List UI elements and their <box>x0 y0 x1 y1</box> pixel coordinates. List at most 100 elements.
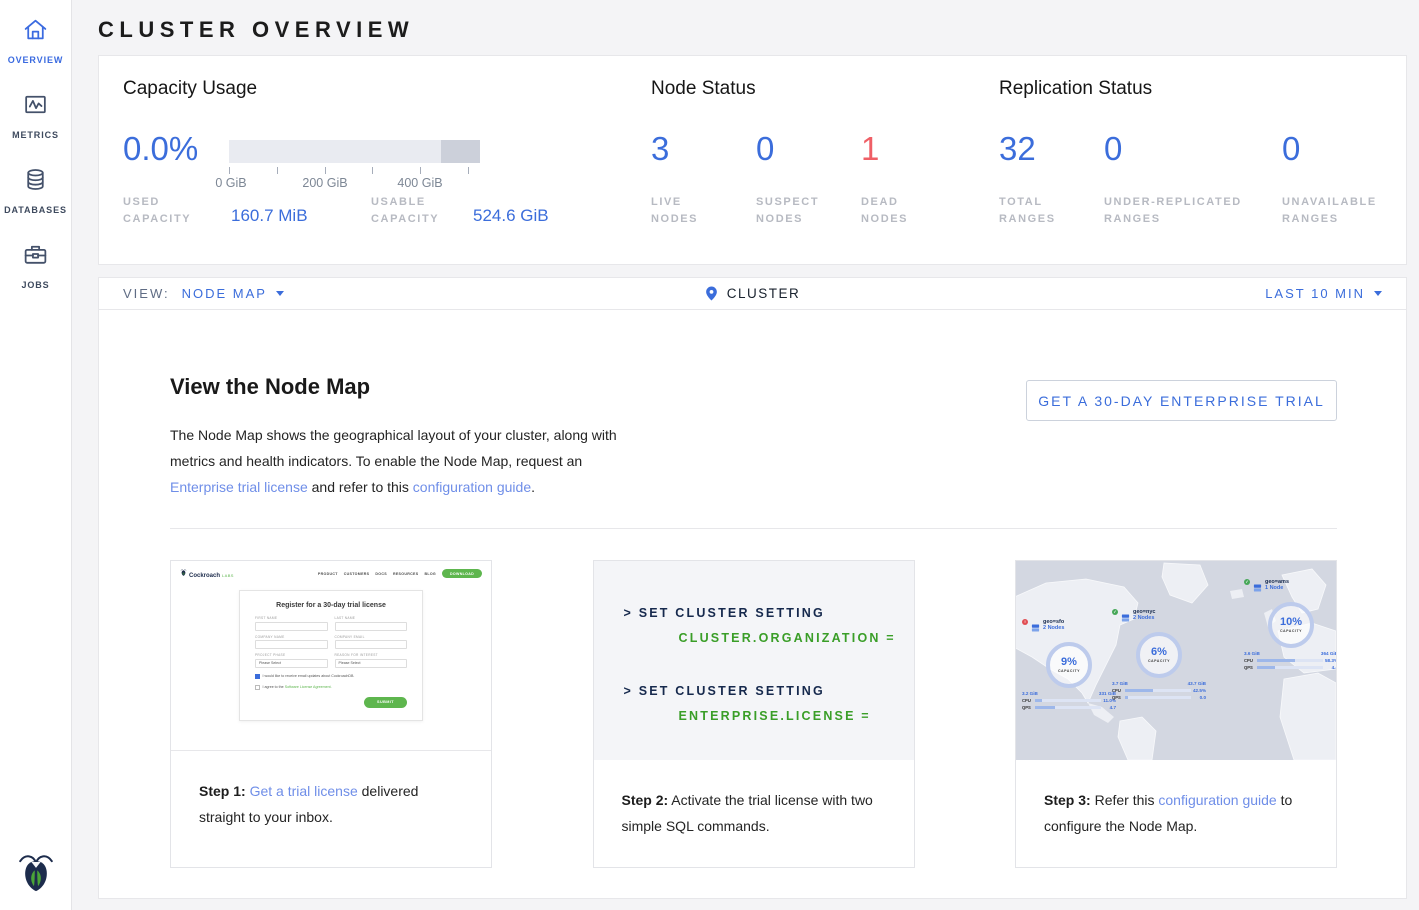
field-label: REASON FOR INTEREST <box>335 653 408 657</box>
nav-item: RESOURCES <box>393 572 418 576</box>
page-title: CLUSTER OVERVIEW <box>98 0 1419 55</box>
map-pin-icon <box>705 286 718 301</box>
trial-registration-screenshot: Cockroach LABS PRODUCT CUSTOMERS DOCS RE… <box>171 561 491 751</box>
field-label: FIRST NAME <box>255 616 328 620</box>
nav-item: BLOG <box>424 572 436 576</box>
step-3-card: geo=sfo2 Nodes 9% CAPACITY 3.2 GiB331 Gi… <box>1015 560 1337 868</box>
node-map-description: The Node Map shows the geographical layo… <box>170 422 638 500</box>
cluster-breadcrumb: CLUSTER <box>705 286 801 301</box>
enterprise-trial-button[interactable]: GET A 30-DAY ENTERPRISE TRIAL <box>1026 380 1337 421</box>
capacity-used-percent: 0.0% <box>123 130 198 168</box>
gauge-tick <box>420 167 421 174</box>
live-nodes-count: 3 <box>651 130 669 168</box>
sidebar-item-label: OVERVIEW <box>8 55 64 65</box>
map-node-nyc: geo=nyc2 Nodes 6% CAPACITY 3.7 GiB43.7 G… <box>1112 609 1206 700</box>
sidebar-item-jobs[interactable]: JOBS <box>0 225 71 300</box>
description-text: The Node Map shows the geographical layo… <box>170 427 617 469</box>
select-input: Please Select <box>255 659 328 668</box>
node-map-panel: View the Node Map The Node Map shows the… <box>98 309 1407 899</box>
checkbox-checked <box>255 674 260 679</box>
dead-status-icon <box>1022 619 1028 625</box>
submit-button: SUBMIT <box>364 697 407 708</box>
step-2-card: > SET CLUSTER SETTING CLUSTER.ORGANIZATI… <box>593 560 915 868</box>
time-range-dropdown[interactable]: LAST 10 MIN <box>1265 286 1382 301</box>
usable-capacity-value: 524.6 GiB <box>473 206 549 226</box>
live-nodes-label: LIVENODES <box>651 194 698 228</box>
capacity-donut: 10% CAPACITY <box>1268 602 1314 648</box>
step-1-caption: Step 1: Get a trial license delivered st… <box>171 751 491 830</box>
usable-capacity-label: USABLECAPACITY <box>371 194 439 228</box>
home-icon <box>22 16 49 48</box>
capacity-gauge <box>229 140 480 163</box>
nav-item: PRODUCT <box>318 572 338 576</box>
used-capacity-value: 160.7 MiB <box>231 206 308 226</box>
text-input <box>255 622 328 631</box>
live-status-icon <box>1244 579 1250 585</box>
sidebar-item-overview[interactable]: OVERVIEW <box>0 0 71 75</box>
checkbox-label: I agree to the Software License Agreemen… <box>263 685 332 689</box>
site-nav: PRODUCT CUSTOMERS DOCS RESOURCES BLOG DO… <box>318 569 482 578</box>
field-label: COMPANY EMAIL <box>335 635 408 639</box>
nav-item: DOCS <box>375 572 387 576</box>
configuration-guide-link[interactable]: configuration guide <box>413 479 531 495</box>
sidebar-item-databases[interactable]: DATABASES <box>0 150 71 225</box>
used-capacity-label: USEDCAPACITY <box>123 194 191 228</box>
live-status-icon <box>1112 609 1118 615</box>
gauge-tick <box>372 167 373 174</box>
sidebar-item-label: DATABASES <box>4 205 67 215</box>
step-2-caption: Step 2: Activate the trial license with … <box>594 760 914 839</box>
get-trial-license-link[interactable]: Get a trial license <box>250 783 358 799</box>
node-icon <box>1253 580 1262 598</box>
cluster-summary-panel: Capacity Usage 0.0% 0 GiB 200 GiB 400 Gi… <box>98 55 1407 265</box>
total-ranges-count: 32 <box>999 130 1036 168</box>
node-icon <box>1121 610 1130 628</box>
cockroachdb-logo-icon <box>0 848 72 896</box>
node-map-heading: View the Node Map <box>170 374 370 400</box>
suspect-nodes-label: SUSPECTNODES <box>756 194 819 228</box>
suspect-nodes-count: 0 <box>756 130 774 168</box>
enterprise-trial-license-link[interactable]: Enterprise trial license <box>170 479 308 495</box>
unavailable-ranges-count: 0 <box>1282 130 1300 168</box>
description-text: and refer to this <box>308 479 413 495</box>
capacity-gauge-dark-segment <box>441 140 480 163</box>
description-text: . <box>531 479 535 495</box>
gauge-tick <box>325 167 326 174</box>
node-map-preview: geo=sfo2 Nodes 9% CAPACITY 3.2 GiB331 Gi… <box>1016 561 1336 760</box>
field-label: COMPANY NAME <box>255 635 328 639</box>
unavailable-ranges-label: UNAVAILABLERANGES <box>1282 194 1377 228</box>
cockroach-labs-logo: Cockroach LABS <box>180 568 234 579</box>
map-node-sfo: geo=sfo2 Nodes 9% CAPACITY 3.2 GiB331 Gi… <box>1022 619 1116 710</box>
sidebar-item-label: JOBS <box>21 280 49 290</box>
text-input <box>255 640 328 649</box>
chevron-down-icon <box>1374 291 1382 296</box>
view-selector: VIEW: NODE MAP <box>123 286 483 301</box>
view-dropdown[interactable]: NODE MAP <box>182 286 284 301</box>
view-label: VIEW: <box>123 286 170 301</box>
gauge-tick <box>229 167 230 174</box>
dead-nodes-count: 1 <box>861 130 879 168</box>
view-bar: VIEW: NODE MAP CLUSTER LAST 10 MIN <box>98 277 1407 310</box>
sidebar: OVERVIEW METRICS DATABASES JOBS <box>0 0 72 910</box>
node-icon <box>1031 620 1040 638</box>
database-icon <box>22 166 49 198</box>
step-1-card: Cockroach LABS PRODUCT CUSTOMERS DOCS RE… <box>170 560 492 868</box>
map-node-ams: geo=ams1 Node 10% CAPACITY 3.6 GiB364 Gi… <box>1244 579 1336 670</box>
main-content: CLUSTER OVERVIEW Capacity Usage 0.0% 0 G… <box>72 0 1419 899</box>
replication-status-title: Replication Status <box>999 78 1152 100</box>
step-3-caption: Step 3: Refer this configuration guide t… <box>1016 760 1336 839</box>
gauge-tick-label: 200 GiB <box>295 176 355 190</box>
under-replicated-ranges-label: UNDER-REPLICATEDRANGES <box>1104 194 1242 228</box>
field-label: LAST NAME <box>335 616 408 620</box>
metrics-icon <box>22 91 49 123</box>
configuration-guide-link[interactable]: configuration guide <box>1158 792 1276 808</box>
chevron-down-icon <box>276 291 284 296</box>
download-button: DOWNLOAD <box>442 569 482 578</box>
checkbox-unchecked <box>255 685 260 690</box>
capacity-donut: 6% CAPACITY <box>1136 632 1182 678</box>
gauge-tick <box>277 167 278 174</box>
text-input <box>335 640 408 649</box>
sidebar-item-metrics[interactable]: METRICS <box>0 75 71 150</box>
section-divider <box>170 528 1337 529</box>
capacity-donut: 9% CAPACITY <box>1046 642 1092 688</box>
sidebar-item-label: METRICS <box>12 130 59 140</box>
